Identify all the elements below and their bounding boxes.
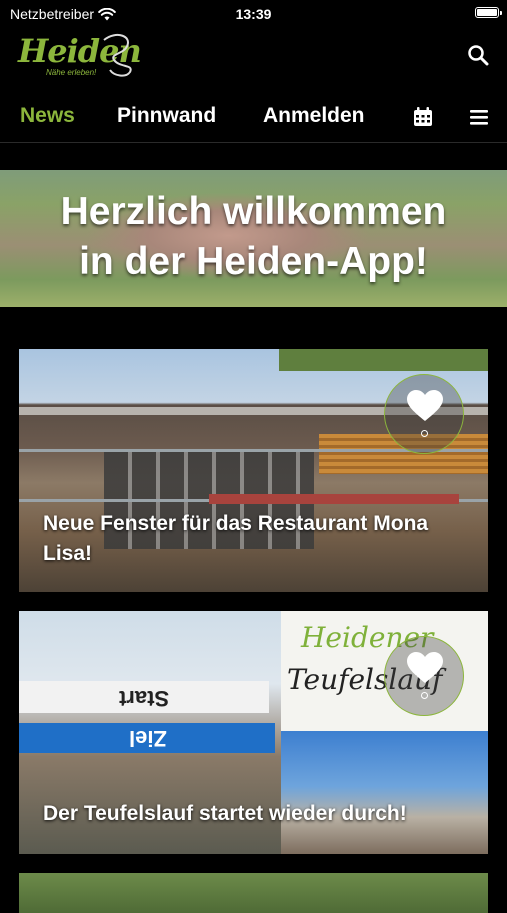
ziel-banner-text: Ziel — [129, 726, 167, 751]
logo-tagline: Nähe erleben! — [46, 68, 97, 77]
favorite-button[interactable] — [384, 374, 464, 454]
search-icon[interactable] — [467, 44, 489, 66]
logo-swirl-icon — [103, 33, 132, 77]
heiden-logo[interactable]: Heiden Nähe erleben! — [18, 32, 142, 80]
card-photo-right — [281, 731, 488, 854]
menu-icon[interactable] — [468, 106, 490, 128]
battery-icon — [475, 7, 502, 18]
welcome-line-2: in der Heiden-App! — [79, 240, 428, 283]
status-bar: Netzbetreiber 13:39 — [0, 0, 507, 28]
indicator-dot — [421, 430, 428, 437]
card-title: Der Teufelslauf startet wieder durch! — [43, 802, 407, 825]
news-card[interactable] — [19, 873, 488, 913]
tab-pinnwand[interactable]: Pinnwand — [117, 104, 216, 128]
favorite-button[interactable] — [384, 636, 464, 716]
welcome-line-1: Herzlich willkommen — [60, 190, 447, 233]
clock: 13:39 — [235, 6, 272, 22]
start-banner-text: Start — [119, 686, 170, 711]
card-title-line-1: Neue Fenster für das Restaurant Mona — [43, 512, 429, 535]
heart-icon — [407, 652, 443, 683]
tab-news[interactable]: News — [20, 104, 75, 128]
indicator-dot — [421, 692, 428, 699]
welcome-banner: Herzlich willkommen in der Heiden-App! — [0, 170, 507, 307]
tab-anmelden[interactable]: Anmelden — [263, 104, 365, 128]
main-nav: News Pinnwand Anmelden — [0, 96, 507, 143]
news-card[interactable]: Neue Fenster für das Restaurant Mona Lis… — [19, 349, 488, 592]
card-title-line-2: Lisa! — [43, 542, 93, 565]
news-card[interactable]: Start Ziel Heidener Teufelslauf Der Teuf… — [19, 611, 488, 854]
app-header: Heiden Nähe erleben! — [0, 28, 507, 84]
calendar-icon[interactable] — [412, 106, 434, 128]
heart-icon — [407, 390, 443, 421]
